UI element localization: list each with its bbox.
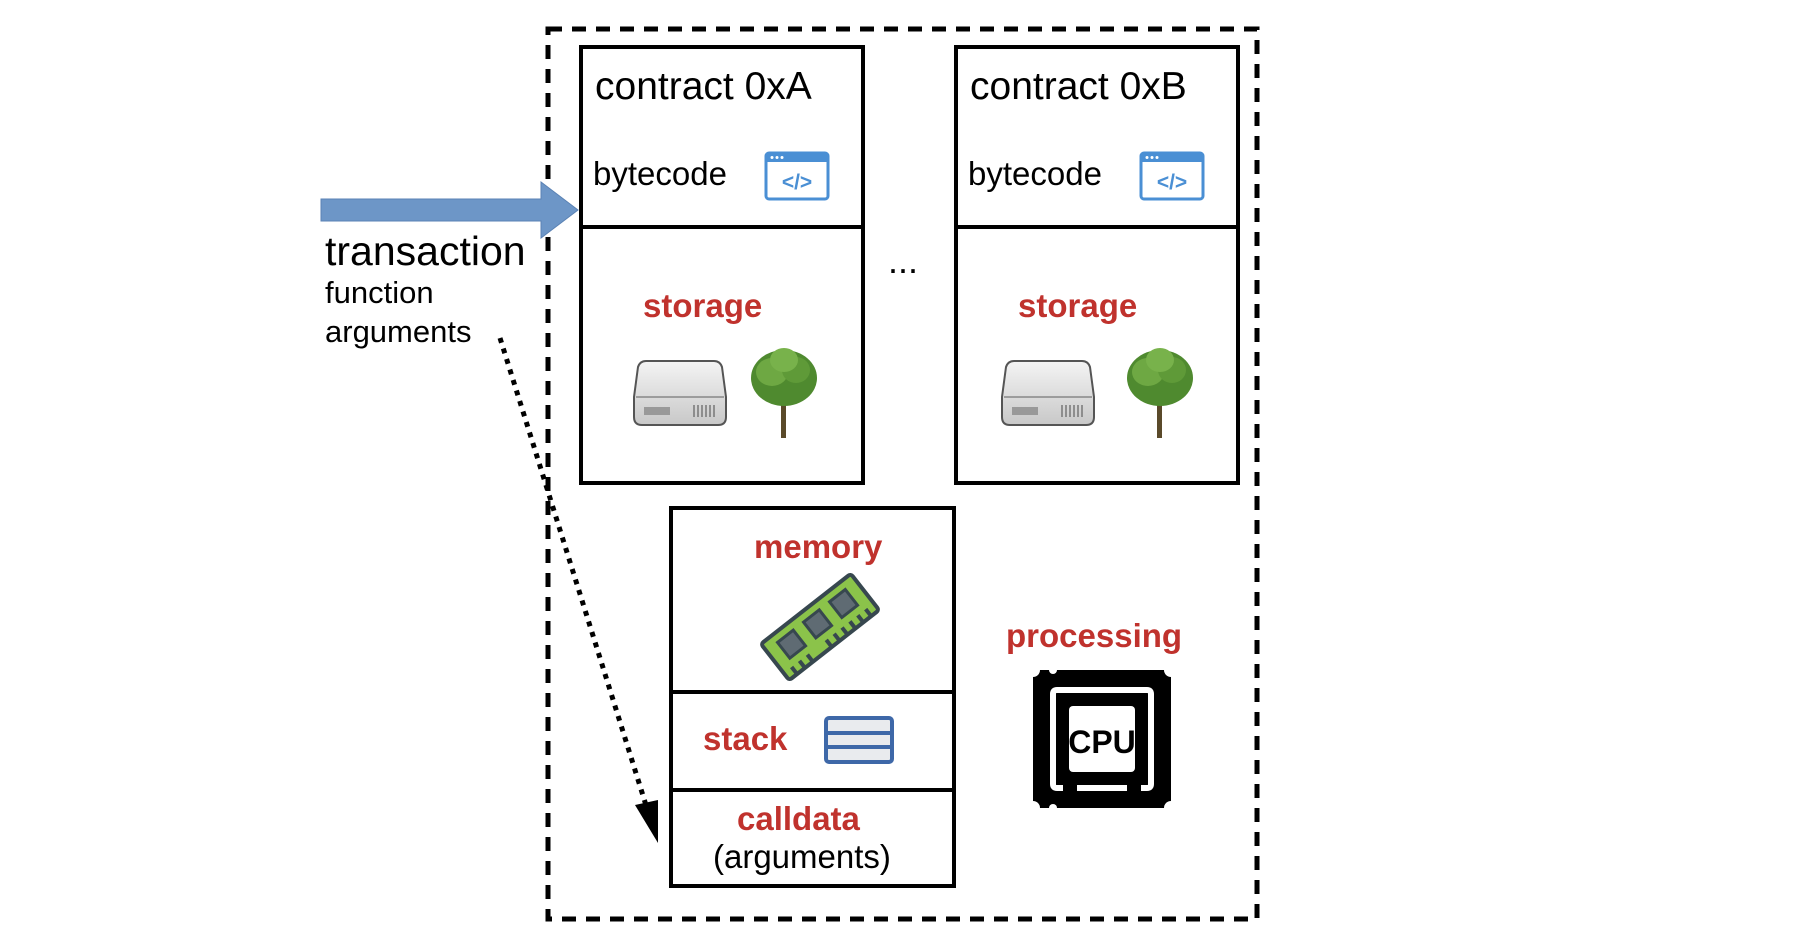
bytecode-storage-divider [583,225,861,229]
stack-calldata-divider [673,788,952,792]
stack-layers-icon [824,716,894,764]
bytecode-label: bytecode [968,155,1102,192]
transaction-title: transaction [325,228,526,274]
contract-title: contract 0xB [970,65,1187,108]
execution-context-box: memory stack calldata (arguments) [669,506,956,888]
ram-stick-icon [760,572,880,682]
transaction-function-label: function [325,275,434,310]
code-window-icon: </> [764,151,830,201]
bytecode-storage-divider [958,225,1236,229]
stack-label: stack [703,720,788,757]
contract-box-b: contract 0xB bytecode </> storage [954,45,1240,485]
calldata-arguments-label: (arguments) [713,838,891,875]
tree-icon [1127,348,1193,438]
bytecode-label: bytecode [593,155,727,192]
storage-label: storage [643,287,763,324]
cpu-text: CPU [1068,724,1136,760]
contract-title: contract 0xA [595,65,812,108]
svg-text:</>: </> [782,171,812,194]
contract-box-a: contract 0xA bytecode </> storage [579,45,865,485]
memory-label: memory [754,528,883,565]
cpu-chip-icon: CPU [1033,670,1171,808]
storage-label: storage [1018,287,1138,324]
calldata-label: calldata [737,800,860,837]
transaction-arguments-label: arguments [325,314,472,349]
hard-drive-icon [1001,360,1095,426]
svg-text:</>: </> [1157,171,1187,194]
processing-label: processing [1006,617,1183,654]
memory-stack-divider [673,690,952,694]
hard-drive-icon [633,360,727,426]
code-window-icon: </> [1139,151,1205,201]
tree-icon [751,348,817,438]
more-contracts-ellipsis: ... [888,240,919,281]
